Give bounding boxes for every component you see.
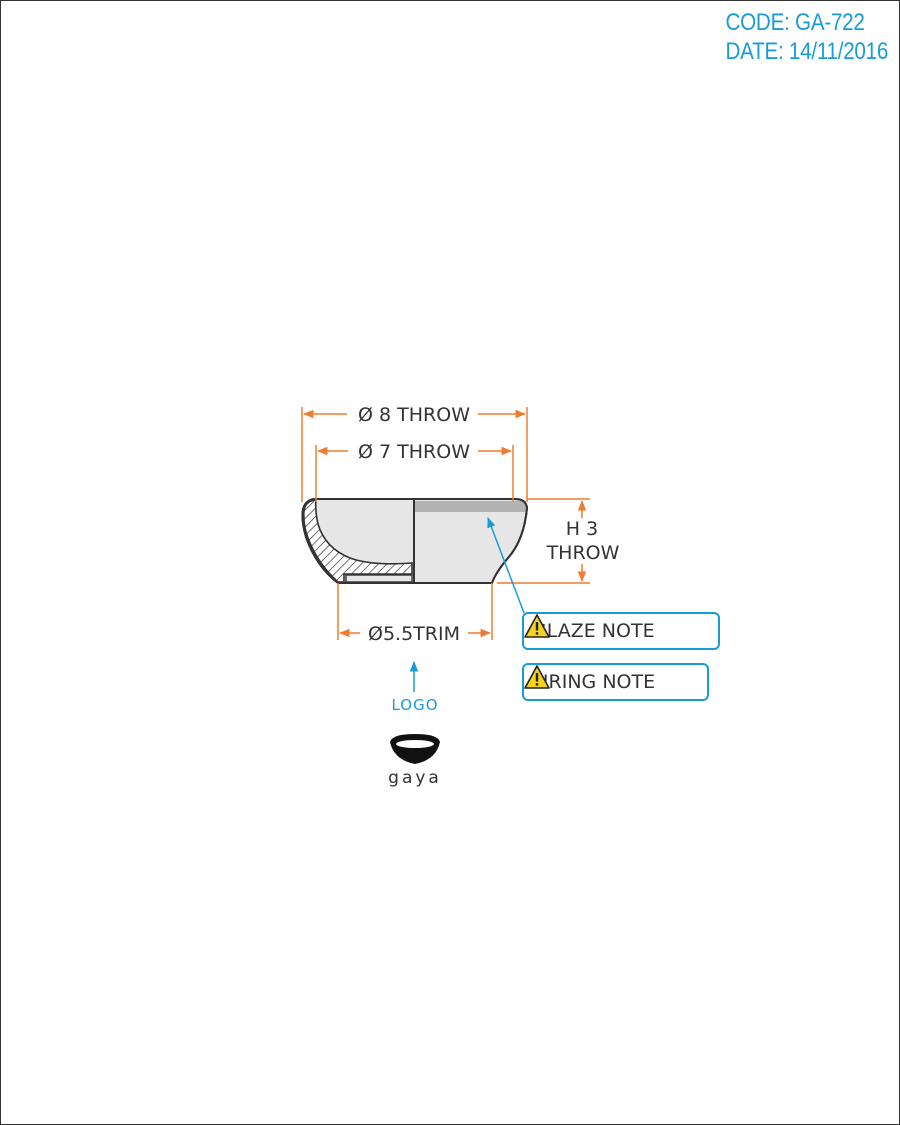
- logo-label: LOGO: [391, 696, 439, 714]
- warning-icon: [524, 614, 550, 638]
- warning-icon: [524, 665, 550, 689]
- firing-note-box[interactable]: FIRING NOTE: [522, 663, 709, 701]
- foot-diameter-dimension: Ø5.5TRIM: [337, 583, 493, 645]
- bowl-profile: [301, 498, 529, 584]
- brand-name: gaya: [388, 768, 442, 788]
- outer-diameter-label: Ø 8 THROW: [358, 404, 470, 426]
- inner-diameter-label: Ø 7 THROW: [358, 441, 470, 463]
- firing-note-label: FIRING NOTE: [532, 671, 656, 693]
- glaze-note-label: GLAZE NOTE: [532, 620, 655, 642]
- foot-ring: [345, 574, 413, 583]
- inner-diameter-dimension: Ø 7 THROW: [315, 441, 514, 502]
- height-label-line2: THROW: [546, 542, 620, 564]
- glaze-note-box[interactable]: GLAZE NOTE: [522, 612, 720, 650]
- foot-diameter-label: Ø5.5TRIM: [368, 623, 460, 645]
- height-label-line1: H 3: [566, 518, 598, 540]
- technical-drawing: Ø 8 THROW Ø 7 THROW H 3 THROW Ø5.5TRIM: [301, 404, 620, 764]
- bowl-logo-icon: [390, 734, 440, 764]
- glaze-band: [415, 501, 526, 512]
